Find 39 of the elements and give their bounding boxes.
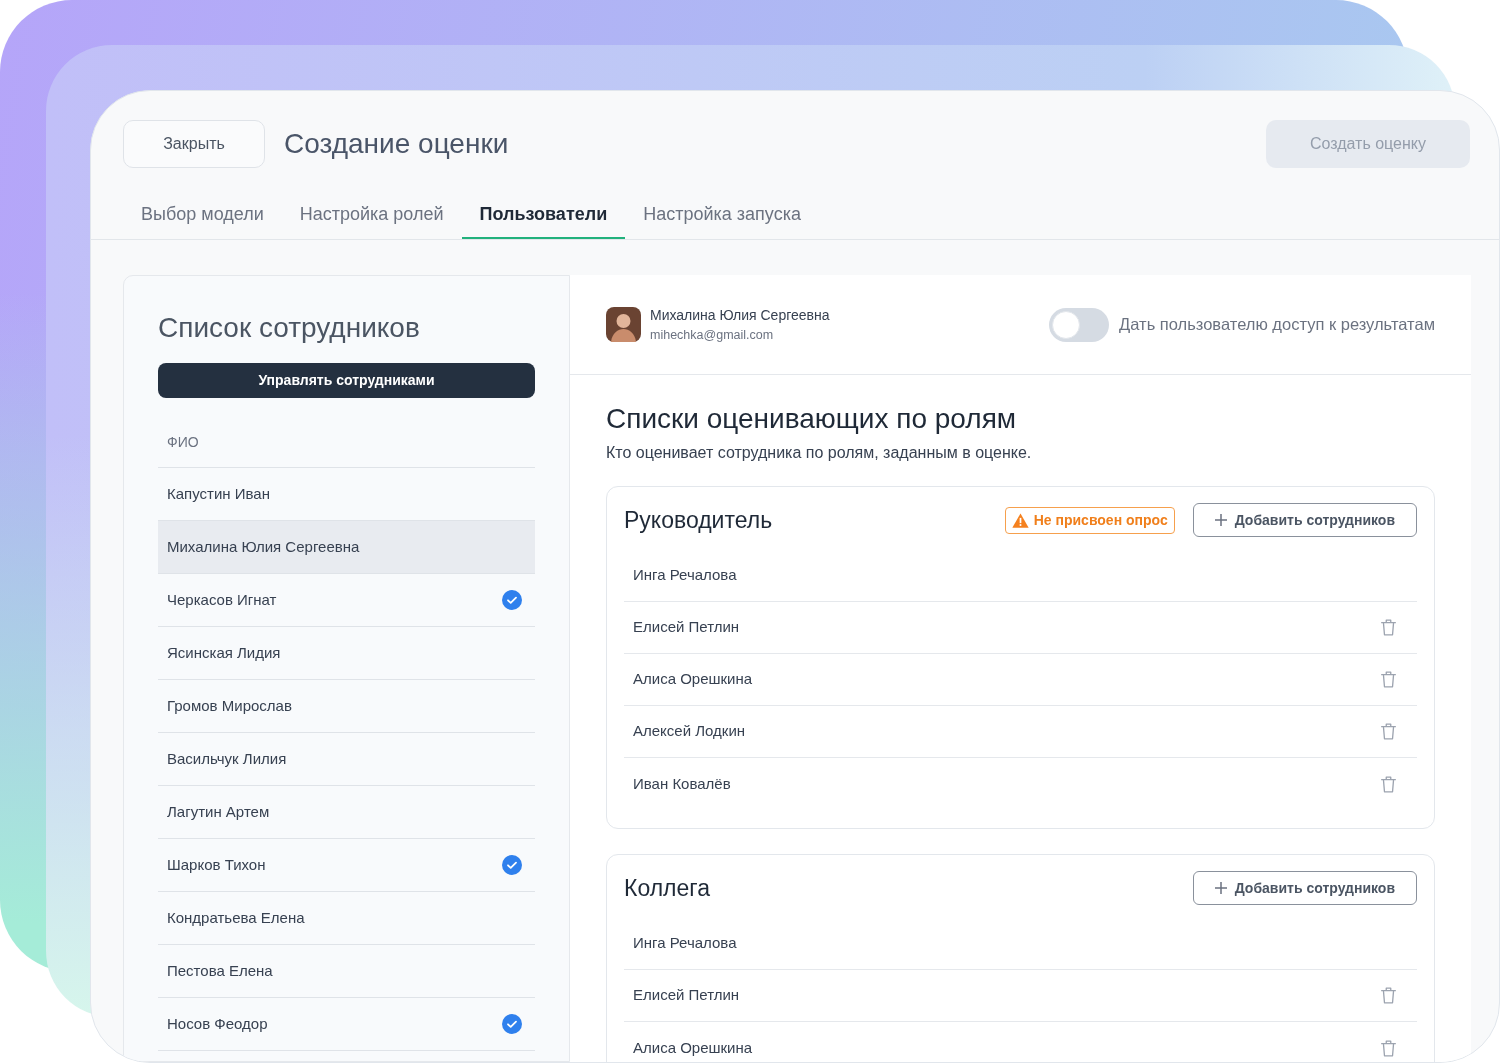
employee-list-item[interactable]: Михалина Юлия Сергеевна [158,521,535,574]
trash-icon[interactable] [1381,619,1396,636]
role-title: Руководитель [624,505,773,535]
avatar-icon [606,307,641,342]
window-title: Создание оценки [284,127,509,161]
tab[interactable]: Выбор модели [123,191,282,239]
trash-icon[interactable] [1381,987,1396,1004]
tab[interactable]: Пользователи [461,191,626,239]
member-name: Алиса Орешкина [633,1037,753,1058]
tab[interactable]: Настройка запуска [625,191,819,239]
toggle-label: Дать пользователю доступ к результатам [1119,314,1435,336]
user-email: mihechka@gmail.com [650,326,775,344]
role-title: Коллега [624,873,710,903]
section-subtitle: Кто оценивает сотрудника по ролям, заданным в оценке. [606,443,1033,463]
tab[interactable]: Настройка ролей [281,191,462,239]
close-button[interactable]: Закрыть [123,120,265,168]
member-name: Елисей Петлин [633,617,740,638]
warning-text: Не присвоен опрос [1033,510,1168,530]
add-employees-button[interactable]: Добавить сотрудников [1192,871,1417,905]
user-name: Михалина Юлия Сергеевна [650,305,830,324]
member-name: Алиса Орешкина [633,669,753,690]
trash-icon[interactable] [1381,1039,1396,1057]
panel-title: Список сотрудников [158,312,421,344]
member-name: Инга Речалова [633,933,737,954]
member-name: Елисей Петлин [633,985,740,1006]
member-name: Иван Ковалёв [633,773,731,794]
plus-icon [1214,882,1227,894]
trash-icon[interactable] [1381,671,1396,688]
manage-employees-button[interactable]: Управлять сотрудниками [158,363,535,398]
warning-icon [1011,512,1029,528]
plus-icon [1214,514,1227,526]
trash-icon[interactable] [1381,723,1396,740]
member-name: Алексей Лодкин [633,721,746,742]
member-name: Инга Речалова [633,565,737,586]
access-toggle[interactable] [1049,307,1110,342]
trash-icon[interactable] [1381,775,1396,793]
column-header: ФИО [167,433,199,452]
add-employees-button[interactable]: Добавить сотрудников [1192,503,1417,537]
section-title: Списки оценивающих по ролям [606,403,1018,435]
